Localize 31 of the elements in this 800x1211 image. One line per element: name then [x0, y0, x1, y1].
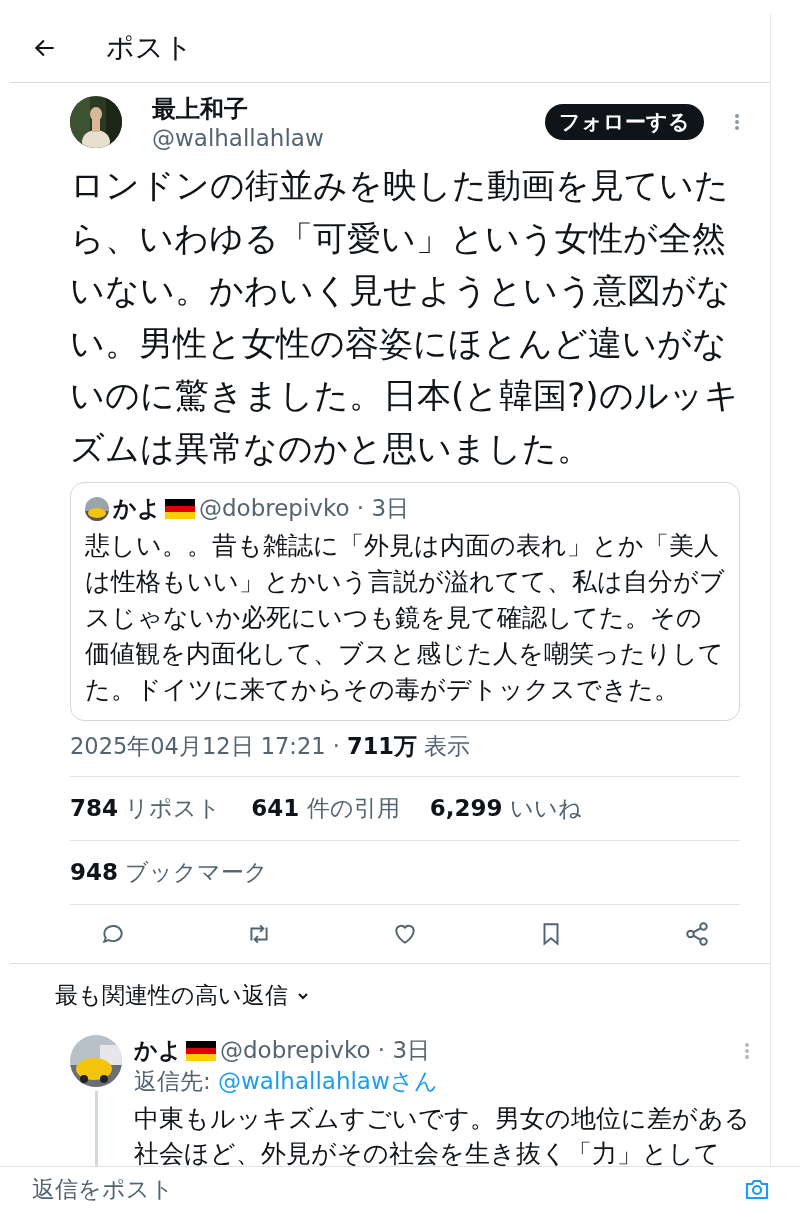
- flag-icon: [186, 1040, 216, 1061]
- stat-count[interactable]: 6,299: [429, 795, 503, 821]
- stat-count[interactable]: 948: [70, 859, 118, 885]
- stat-count[interactable]: 641: [251, 795, 300, 821]
- stat-label[interactable]: リポスト: [125, 795, 222, 821]
- follow-button[interactable]: フォローする: [545, 104, 704, 140]
- post-text: ロンドンの街並みを映した動画を見ていたら、いわゆる「可愛い」という女性が全然いない。かわいく見せようという意図がない。男性と女性の容姿にほとんど違いがないのに驚きました。日本(と韓国?)のルッキズムは異常なのかと思いました。: [70, 164, 740, 470]
- reply-author-name[interactable]: かよ: [134, 1035, 182, 1066]
- sort-label[interactable]: 最も関連性の高い返信: [55, 980, 288, 1011]
- quoted-author-name: かよ: [113, 494, 161, 523]
- stat-count[interactable]: 784: [70, 795, 118, 821]
- reply-to-label: 返信先:: [134, 1068, 212, 1094]
- more-icon[interactable]: [734, 113, 740, 131]
- author-name[interactable]: 最上和子: [152, 93, 515, 125]
- quoted-text: 悲しい。。昔も雑誌に「外見は内面の表れ」とか「美人は性格もいい」とかいう言説が溢れてて、私は自分がブスじゃないか必死にいつも鏡を見て確認してた。その価値観を内面化して、ブスと感じた人を嘲笑ったりしてた。ドイツに来てからその毒がデトックスできた。: [85, 530, 725, 706]
- stat-label[interactable]: ブックマーク: [125, 859, 269, 885]
- flag-icon: [165, 498, 195, 519]
- reply-author-handle[interactable]: @dobrepivko · 3日: [220, 1035, 431, 1066]
- stat-label[interactable]: いいね: [509, 795, 582, 821]
- quoted-author-handle: @dobrepivko · 3日: [199, 494, 410, 523]
- post-timestamp: 2025年04月12日 17:21 ·: [70, 733, 341, 759]
- share-icon[interactable]: [684, 921, 710, 947]
- author-handle[interactable]: @walhallahlaw: [152, 125, 515, 151]
- reply-text: 中東もルッキズムすごいです。男女の地位に差がある社会ほど、外見がその社会を生き抜く「力」として: [134, 1103, 750, 1170]
- quoted-post[interactable]: かよ @dobrepivko · 3日 悲しい。。昔も雑誌に「外見は内面の表れ」とか「美人は性格もいい」とかいう言説が溢れてて、私は自分がブスじゃないか必死にいつも鏡を見て確認してた。その価値観を内面化して、ブスと感じた人を嘲笑ったりしてた。ドイツに来てからその毒がデトックスできた。: [70, 482, 740, 721]
- stat-label[interactable]: 件の引用: [306, 795, 400, 821]
- views-label: 表示: [423, 733, 471, 759]
- page-title: ポスト: [106, 30, 193, 66]
- camera-icon[interactable]: [744, 1178, 770, 1200]
- views-count: 711万: [347, 733, 417, 759]
- reply-input[interactable]: 返信をポスト: [30, 1175, 734, 1203]
